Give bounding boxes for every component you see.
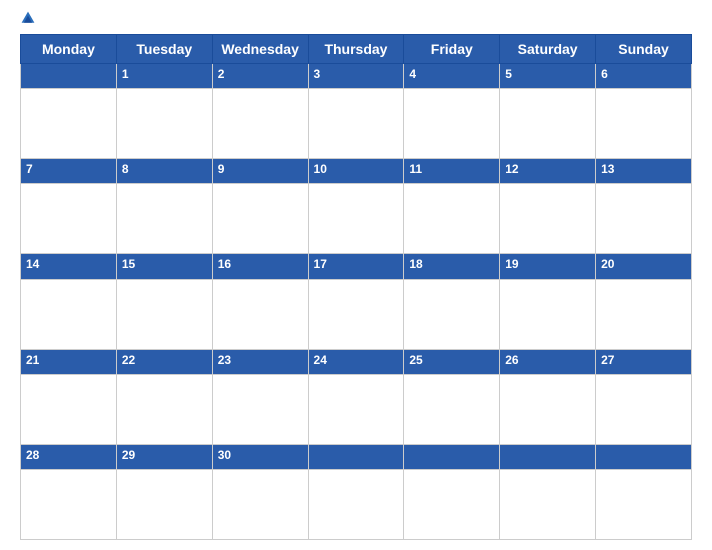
- weekday-header-monday: Monday: [21, 35, 117, 64]
- week-label-row-0: 0123456: [21, 64, 692, 89]
- week-label-cell: 30: [212, 444, 308, 469]
- week-label-cell: 18: [404, 254, 500, 279]
- week-label-cell: 19: [500, 254, 596, 279]
- week-label-cell: 26: [500, 349, 596, 374]
- day-cell: [212, 470, 308, 540]
- day-cell: [500, 184, 596, 254]
- day-cell: [500, 374, 596, 444]
- day-cell: [404, 470, 500, 540]
- week-label-cell: 13: [596, 159, 692, 184]
- day-cell: [596, 184, 692, 254]
- calendar-table: MondayTuesdayWednesdayThursdayFridaySatu…: [20, 34, 692, 540]
- week-label-cell: 4: [404, 64, 500, 89]
- week-label-cell: 25: [404, 349, 500, 374]
- day-cell: [308, 279, 404, 349]
- week-label-cell: 28: [21, 444, 117, 469]
- week-label-cell: 9: [212, 159, 308, 184]
- week-label-cell: 17: [308, 254, 404, 279]
- week-content-row-4: [21, 470, 692, 540]
- day-cell: [308, 89, 404, 159]
- day-cell: [116, 279, 212, 349]
- week-label-cell: 0: [308, 444, 404, 469]
- day-cell: [21, 89, 117, 159]
- week-label-row-4: 2829300000: [21, 444, 692, 469]
- day-cell: [116, 89, 212, 159]
- week-label-cell: 24: [308, 349, 404, 374]
- day-cell: [21, 184, 117, 254]
- weekday-header-friday: Friday: [404, 35, 500, 64]
- day-cell: [116, 470, 212, 540]
- day-cell: [21, 374, 117, 444]
- day-cell: [404, 184, 500, 254]
- day-cell: [116, 184, 212, 254]
- day-cell: [308, 184, 404, 254]
- week-label-cell: 0: [21, 64, 117, 89]
- day-cell: [500, 470, 596, 540]
- day-cell: [308, 470, 404, 540]
- day-cell: [596, 374, 692, 444]
- week-label-cell: 6: [596, 64, 692, 89]
- day-cell: [21, 470, 117, 540]
- week-label-cell: 27: [596, 349, 692, 374]
- calendar-header: [20, 10, 692, 26]
- week-content-row-3: [21, 374, 692, 444]
- week-label-cell: 5: [500, 64, 596, 89]
- week-label-cell: 10: [308, 159, 404, 184]
- week-label-cell: 11: [404, 159, 500, 184]
- week-label-row-2: 14151617181920: [21, 254, 692, 279]
- day-cell: [596, 89, 692, 159]
- week-label-cell: 8: [116, 159, 212, 184]
- week-label-row-3: 21222324252627: [21, 349, 692, 374]
- week-label-cell: 3: [308, 64, 404, 89]
- logo-blue: [20, 10, 38, 26]
- week-label-cell: 0: [404, 444, 500, 469]
- weekday-header-thursday: Thursday: [308, 35, 404, 64]
- week-label-cell: 29: [116, 444, 212, 469]
- day-cell: [500, 89, 596, 159]
- week-label-cell: 23: [212, 349, 308, 374]
- day-cell: [500, 279, 596, 349]
- day-cell: [212, 374, 308, 444]
- week-label-cell: 20: [596, 254, 692, 279]
- week-content-row-2: [21, 279, 692, 349]
- day-cell: [212, 279, 308, 349]
- weekday-header-sunday: Sunday: [596, 35, 692, 64]
- week-label-cell: 0: [596, 444, 692, 469]
- week-label-cell: 12: [500, 159, 596, 184]
- weekday-header-saturday: Saturday: [500, 35, 596, 64]
- week-label-cell: 22: [116, 349, 212, 374]
- week-label-cell: 21: [21, 349, 117, 374]
- day-cell: [212, 89, 308, 159]
- week-label-cell: 7: [21, 159, 117, 184]
- weekday-header-row: MondayTuesdayWednesdayThursdayFridaySatu…: [21, 35, 692, 64]
- day-cell: [596, 470, 692, 540]
- logo-icon: [20, 10, 36, 26]
- week-label-row-1: 78910111213: [21, 159, 692, 184]
- week-label-cell: 2: [212, 64, 308, 89]
- day-cell: [212, 184, 308, 254]
- week-label-cell: 16: [212, 254, 308, 279]
- week-label-cell: 0: [500, 444, 596, 469]
- day-cell: [596, 279, 692, 349]
- day-cell: [404, 279, 500, 349]
- logo: [20, 10, 38, 26]
- day-cell: [404, 374, 500, 444]
- day-cell: [308, 374, 404, 444]
- weekday-header-tuesday: Tuesday: [116, 35, 212, 64]
- week-content-row-1: [21, 184, 692, 254]
- week-content-row-0: [21, 89, 692, 159]
- day-cell: [116, 374, 212, 444]
- week-label-cell: 14: [21, 254, 117, 279]
- day-cell: [21, 279, 117, 349]
- weekday-header-wednesday: Wednesday: [212, 35, 308, 64]
- day-cell: [404, 89, 500, 159]
- week-label-cell: 15: [116, 254, 212, 279]
- week-label-cell: 1: [116, 64, 212, 89]
